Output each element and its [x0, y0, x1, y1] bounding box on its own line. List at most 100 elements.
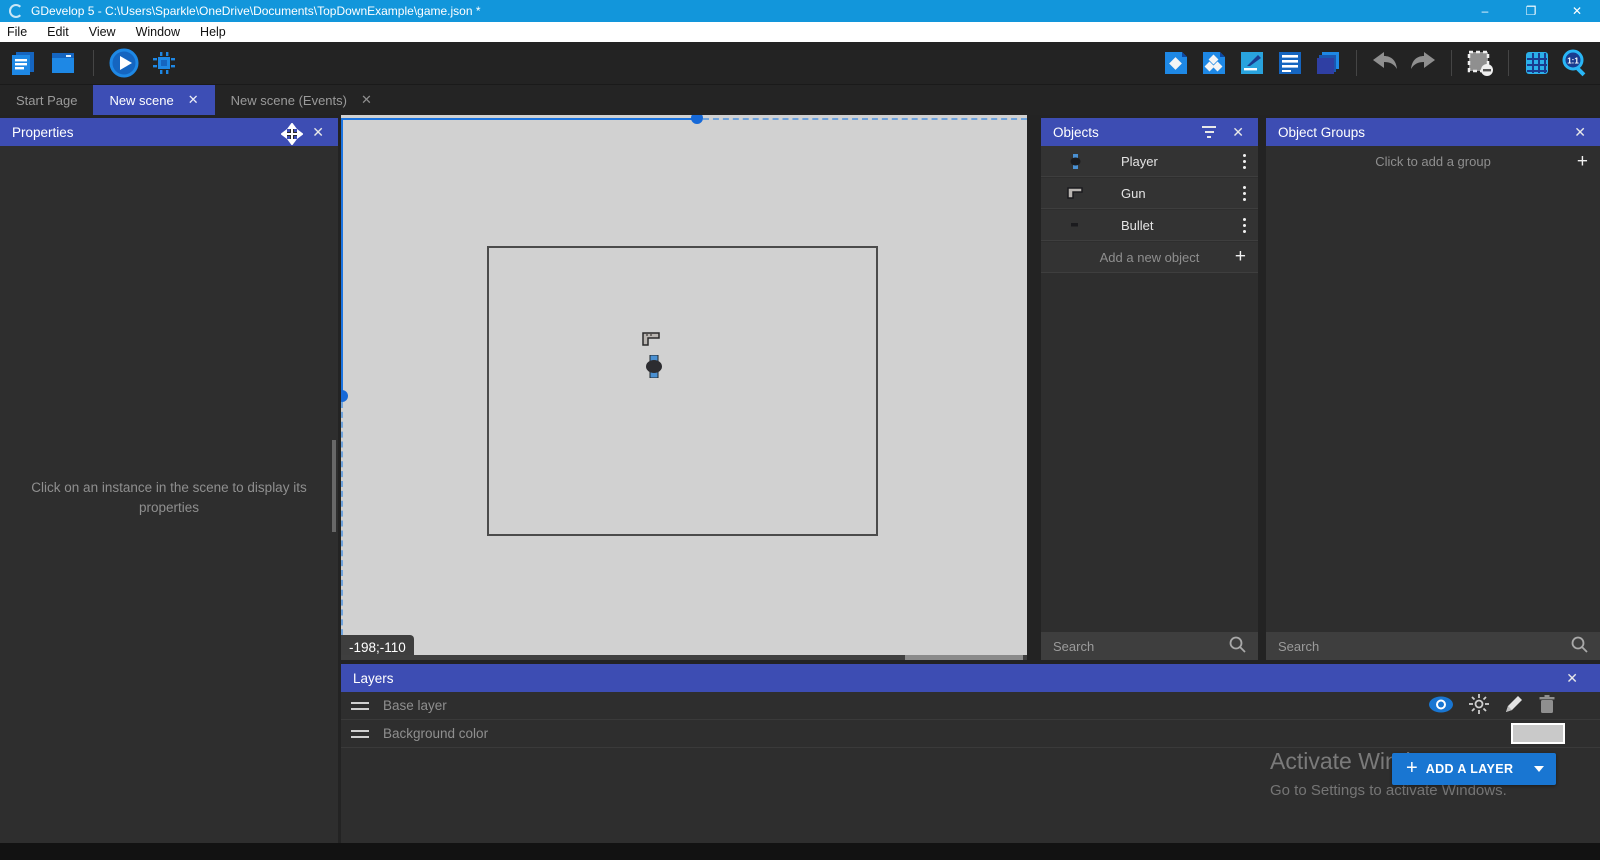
menu-edit[interactable]: Edit: [37, 22, 79, 42]
layer-effects-icon[interactable]: [1468, 693, 1490, 718]
menu-view[interactable]: View: [79, 22, 126, 42]
properties-close-icon[interactable]: ✕: [310, 124, 326, 141]
properties-scrollbar[interactable]: [332, 440, 336, 532]
layer-name: Base layer: [383, 698, 447, 713]
drag-handle-icon[interactable]: [351, 702, 369, 710]
close-button[interactable]: ✕: [1554, 0, 1600, 22]
filter-icon[interactable]: [1202, 126, 1216, 138]
layers-panel: Layers ✕ Base layer: [341, 664, 1600, 843]
plus-icon: +: [1406, 757, 1418, 780]
tab-new-scene[interactable]: New scene ✕: [93, 85, 214, 115]
title-bar: GDevelop 5 - C:\Users\Sparkle\OneDrive\D…: [0, 0, 1600, 22]
properties-empty-message: Click on an instance in the scene to dis…: [20, 478, 318, 518]
instances-list-icon[interactable]: [1275, 48, 1305, 78]
object-row-gun[interactable]: Gun: [1041, 178, 1258, 209]
object-groups-panel: Object Groups ✕ Click to add a group + S…: [1266, 118, 1600, 660]
search-icon: [1229, 636, 1246, 656]
visibility-eye-icon[interactable]: [1428, 696, 1454, 716]
editor-tab-bar: Start Page New scene ✕ New scene (Events…: [0, 85, 1600, 115]
dropdown-caret-icon[interactable]: [1534, 766, 1544, 772]
menu-window[interactable]: Window: [126, 22, 190, 42]
selection-handle-top[interactable]: [691, 115, 703, 124]
grid-icon[interactable]: [1522, 48, 1552, 78]
layer-row-base[interactable]: Base layer: [341, 692, 1600, 720]
tab-close-icon[interactable]: ✕: [361, 92, 372, 108]
object-row-player[interactable]: Player: [1041, 146, 1258, 177]
layers-close-icon[interactable]: ✕: [1564, 670, 1580, 687]
objects-panel: Objects ✕ Player Gun Bullet: [1041, 118, 1258, 660]
player-thumbnail-icon: [1063, 154, 1087, 169]
redo-icon[interactable]: [1408, 48, 1438, 78]
object-row-bullet[interactable]: Bullet: [1041, 210, 1258, 241]
selection-border-top: [341, 118, 697, 120]
move-cursor-icon: [281, 123, 303, 148]
project-manager-icon[interactable]: [8, 48, 38, 78]
properties-icon[interactable]: [1237, 48, 1267, 78]
object-groups-icon[interactable]: [1199, 48, 1229, 78]
menu-file[interactable]: File: [0, 22, 37, 42]
gdevelop-window: GDevelop 5 - C:\Users\Sparkle\OneDrive\D…: [0, 0, 1600, 860]
layer-row-background-color[interactable]: Background color: [341, 720, 1600, 748]
start-page-icon[interactable]: [48, 48, 78, 78]
delete-layer-trash-icon[interactable]: [1538, 694, 1556, 717]
properties-panel: Properties ✕ Click on an instance in the…: [0, 118, 338, 843]
debugger-icon[interactable]: [149, 48, 179, 78]
drag-handle-icon[interactable]: [351, 730, 369, 738]
add-group-row[interactable]: Click to add a group +: [1266, 146, 1600, 177]
selection-border-left: [341, 118, 343, 396]
objects-title: Objects: [1053, 125, 1099, 140]
menu-bar: File Edit View Window Help: [0, 22, 1600, 42]
main-toolbar: 1:1: [0, 42, 1600, 85]
objects-search-input[interactable]: Search: [1041, 632, 1258, 660]
minimize-button[interactable]: –: [1462, 0, 1508, 22]
gdevelop-logo-icon: [9, 4, 23, 18]
svg-text:1:1: 1:1: [1567, 57, 1579, 66]
properties-header: Properties ✕: [0, 118, 338, 146]
restore-button[interactable]: ❐: [1508, 0, 1554, 22]
gun-instance[interactable]: [641, 331, 661, 352]
properties-title: Properties: [12, 125, 74, 140]
add-object-row[interactable]: Add a new object +: [1041, 242, 1258, 273]
background-color-swatch[interactable]: [1511, 723, 1565, 744]
undo-icon[interactable]: [1370, 48, 1400, 78]
object-groups-close-icon[interactable]: ✕: [1572, 124, 1588, 141]
selection-border-left-dashed: [341, 402, 343, 655]
objects-close-icon[interactable]: ✕: [1230, 124, 1246, 141]
layer-name: Background color: [383, 726, 488, 741]
gun-thumbnail-icon: [1063, 187, 1087, 199]
object-groups-search-input[interactable]: Search: [1266, 632, 1600, 660]
search-icon: [1571, 636, 1588, 656]
bullet-thumbnail-icon: [1063, 223, 1087, 227]
objects-editor-icon[interactable]: [1161, 48, 1191, 78]
window-title: GDevelop 5 - C:\Users\Sparkle\OneDrive\D…: [31, 4, 481, 18]
plus-icon[interactable]: +: [1577, 151, 1588, 173]
selection-border-top-dashed: [703, 118, 1027, 120]
plus-icon[interactable]: +: [1235, 246, 1246, 268]
object-name: Player: [1121, 154, 1158, 169]
tab-start-page[interactable]: Start Page: [0, 85, 93, 115]
play-preview-icon[interactable]: [109, 48, 139, 78]
game-window-border: [487, 246, 878, 536]
object-groups-title: Object Groups: [1278, 125, 1365, 140]
object-groups-header: Object Groups ✕: [1266, 118, 1600, 146]
zoom-original-icon[interactable]: 1:1: [1560, 48, 1590, 78]
edit-layer-pencil-icon[interactable]: [1504, 694, 1524, 717]
deselect-icon[interactable]: [1465, 48, 1495, 78]
selection-handle-left[interactable]: [341, 390, 348, 402]
tab-close-icon[interactable]: ✕: [188, 92, 199, 108]
object-menu-icon[interactable]: [1243, 186, 1246, 201]
layers-title: Layers: [353, 671, 394, 686]
tab-new-scene-events[interactable]: New scene (Events) ✕: [215, 85, 388, 115]
objects-header: Objects ✕: [1041, 118, 1258, 146]
scene-canvas[interactable]: -198;-110: [341, 115, 1027, 660]
canvas-hscroll-thumb[interactable]: [905, 655, 1023, 660]
object-name: Bullet: [1121, 218, 1154, 233]
window-bottom-edge: [0, 843, 1600, 860]
add-layer-button[interactable]: + ADD A LAYER: [1392, 753, 1556, 785]
menu-help[interactable]: Help: [190, 22, 236, 42]
layers-header: Layers ✕: [341, 664, 1600, 692]
object-menu-icon[interactable]: [1243, 154, 1246, 169]
object-menu-icon[interactable]: [1243, 218, 1246, 233]
layers-icon[interactable]: [1313, 48, 1343, 78]
player-instance[interactable]: [645, 355, 663, 383]
